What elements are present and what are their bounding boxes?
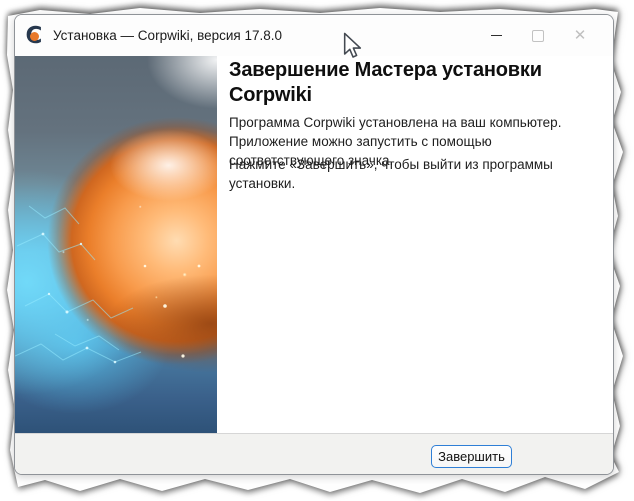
window-title: Установка — Corpwiki, версия 17.8.0	[53, 28, 282, 43]
wizard-text-area: Завершение Мастера установки Corpwiki Пр…	[217, 56, 613, 433]
minimize-icon	[491, 35, 502, 36]
maximize-icon	[532, 30, 544, 42]
close-icon: ✕	[574, 28, 587, 43]
mouse-cursor-icon	[343, 32, 362, 59]
minimize-button[interactable]	[475, 15, 517, 56]
maximize-button[interactable]	[517, 15, 559, 56]
brain-hero-image	[15, 56, 217, 433]
footer-bar: Завершить	[15, 434, 613, 474]
wizard-page: Завершение Мастера установки Corpwiki Пр…	[15, 56, 613, 433]
finish-button[interactable]: Завершить	[431, 445, 512, 468]
screenshot-canvas: C Установка — Corpwiki, версия 17.8.0 ✕	[0, 0, 634, 501]
wizard-paragraph-finish-hint: Нажмите «Завершить», чтобы выйти из прог…	[229, 155, 601, 193]
corpwiki-logo-icon: C	[24, 26, 44, 46]
titlebar: C Установка — Corpwiki, версия 17.8.0 ✕	[15, 15, 613, 56]
installer-window: C Установка — Corpwiki, версия 17.8.0 ✕	[14, 14, 614, 475]
close-button[interactable]: ✕	[559, 15, 601, 56]
caption-controls: ✕	[475, 15, 613, 56]
wizard-heading: Завершение Мастера установки Corpwiki	[229, 58, 574, 108]
neural-sparks-overlay	[15, 56, 217, 433]
